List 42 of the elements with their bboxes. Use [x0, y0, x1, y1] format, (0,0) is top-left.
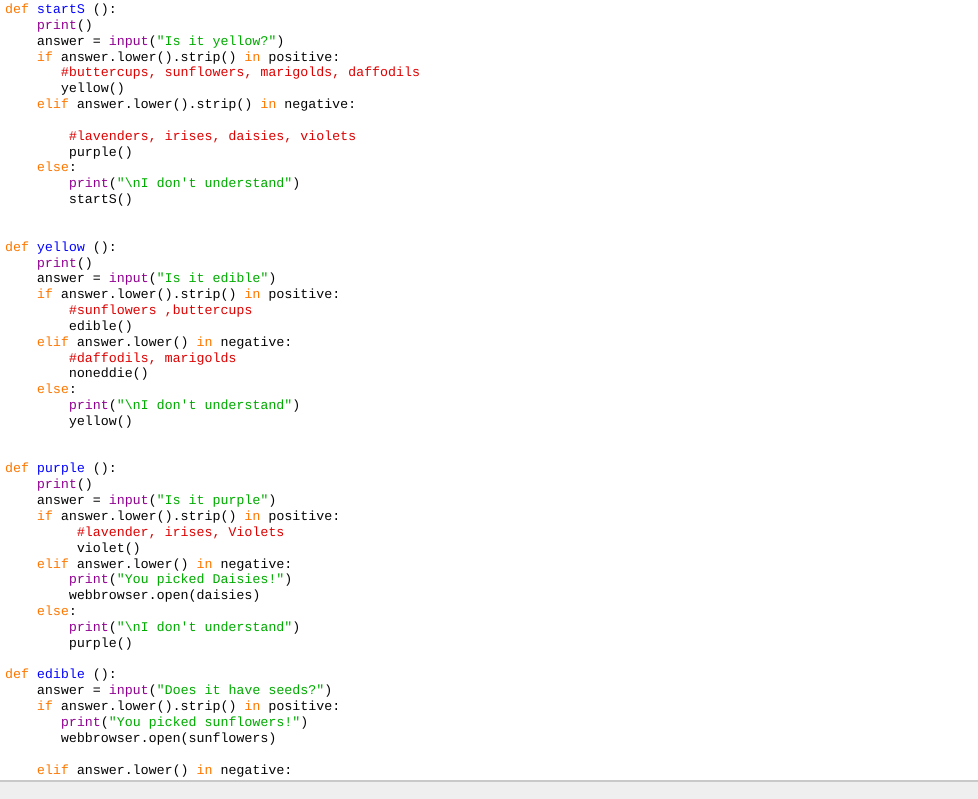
code-line: print()	[36, 18, 93, 34]
code-line: def startS ():	[5, 2, 117, 18]
code-line: print("\nI don't understand")	[68, 620, 300, 636]
code-line: violet()	[76, 540, 141, 557]
code-line: else:	[36, 160, 77, 176]
code-line: answer = input("Is it purple")	[36, 493, 276, 509]
code-line: print("\nI don't understand")	[68, 176, 300, 192]
code-line: elif answer.lower() in negative:	[36, 556, 292, 572]
code-line: elif answer.lower() in negative:	[36, 762, 292, 778]
code-line: yellow()	[60, 81, 125, 98]
code-line: webbrowser.open(sunflowers)	[60, 730, 276, 747]
code-line: print("\nI don't understand")	[68, 398, 300, 414]
code-line: def purple ():	[5, 461, 117, 478]
code-line: if answer.lower().strip() in positive:	[36, 287, 340, 304]
code-line: noneddie()	[68, 366, 149, 382]
code-line: else:	[36, 604, 77, 620]
code-line: #lavenders, irises, daisies, violets	[68, 128, 356, 145]
code-line: #sunflowers ,buttercups	[68, 303, 252, 319]
code-line: print()	[36, 477, 93, 494]
code-line: webbrowser.open(daisies)	[68, 588, 260, 604]
code-line: if answer.lower().strip() in positive:	[36, 50, 340, 66]
code-line: #daffodils, marigolds	[68, 350, 236, 366]
code-line: elif answer.lower() in negative:	[36, 334, 292, 351]
code-line: def yellow ():	[5, 240, 117, 256]
code-line: print()	[36, 256, 93, 272]
code-line: answer = input("Is it edible")	[36, 271, 276, 288]
code-line: purple()	[68, 144, 133, 160]
code-line: answer = input("Does it have seeds?")	[36, 683, 332, 700]
code-line: if answer.lower().strip() in positive:	[36, 699, 340, 715]
code-line: if answer.lower().strip() in positive:	[36, 509, 340, 525]
code-line: def edible ():	[5, 667, 117, 684]
code-line: else:	[36, 382, 77, 398]
code-line: print("You picked sunflowers!")	[60, 714, 308, 731]
code-line: #lavender, irises, Violets	[76, 524, 284, 541]
code-line: print("You picked Daisies!")	[68, 572, 292, 588]
code-line: edible()	[68, 318, 133, 335]
code-line: startS()	[68, 192, 133, 208]
code-line: yellow()	[68, 414, 133, 430]
code-line: purple()	[68, 636, 133, 652]
code-line: answer = input("Is it yellow?")	[36, 34, 284, 50]
code-line: #buttercups, sunflowers, marigolds, daffodils	[60, 65, 420, 82]
code-line: elif answer.lower().strip() in negative:	[36, 97, 356, 113]
